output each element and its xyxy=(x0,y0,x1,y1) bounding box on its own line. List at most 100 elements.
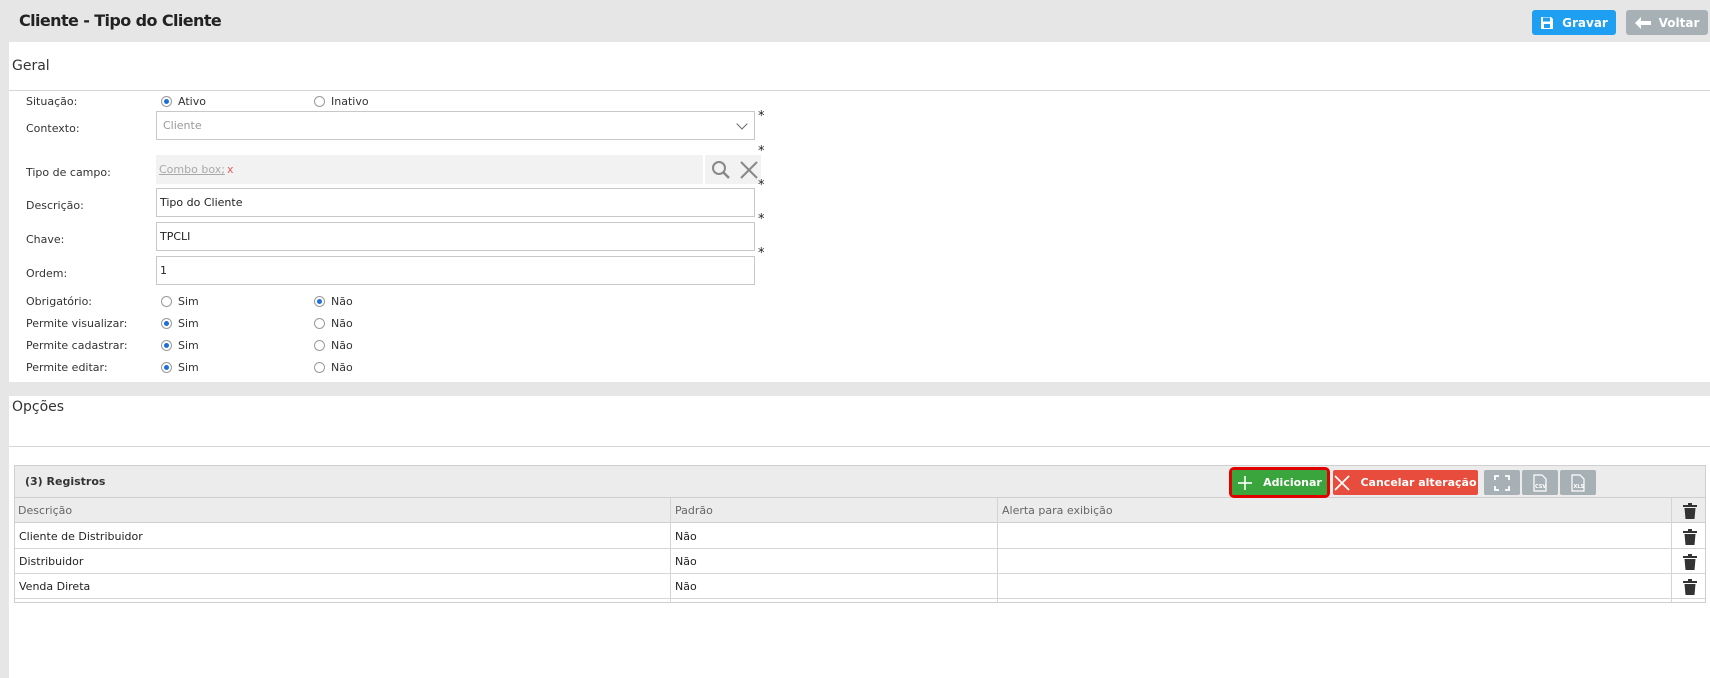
radio-label: Não xyxy=(331,339,353,352)
radio-label: Sim xyxy=(178,317,199,330)
radio-label: Não xyxy=(331,317,353,330)
search-button[interactable] xyxy=(705,155,737,184)
row-padrao: Não xyxy=(675,555,697,568)
situacao-inativo-radio[interactable]: Inativo xyxy=(314,95,369,108)
situacao-ativo-radio[interactable]: Ativo xyxy=(161,95,206,108)
svg-text:CSV: CSV xyxy=(1535,484,1546,490)
column-header-descricao[interactable]: Descrição xyxy=(18,504,72,517)
ordem-input[interactable]: 1 xyxy=(156,256,755,285)
cancel-changes-button[interactable]: Cancelar alteração xyxy=(1333,470,1478,495)
table-row[interactable]: Cliente de Distribuidor Não xyxy=(15,524,1705,549)
trash-icon[interactable] xyxy=(1683,503,1697,519)
tipo-campo-label: Tipo de campo: xyxy=(26,166,111,179)
chave-label: Chave: xyxy=(26,233,65,246)
tipo-campo-combo[interactable]: Combo box; x xyxy=(156,155,703,184)
permite-visualizar-label: Permite visualizar: xyxy=(26,317,128,330)
radio-dot xyxy=(314,296,325,307)
required-mark: * xyxy=(758,144,765,159)
contexto-value: Cliente xyxy=(163,119,202,132)
registros-grid: (3) Registros Adicionar Cancelar alteraç… xyxy=(14,465,1706,603)
save-button[interactable]: Gravar xyxy=(1532,10,1616,35)
ordem-value: 1 xyxy=(160,264,167,277)
chave-input[interactable]: TPCLI xyxy=(156,222,755,251)
radio-label: Inativo xyxy=(331,95,369,108)
column-header-padrao[interactable]: Padrão xyxy=(675,504,713,517)
contexto-label: Contexto: xyxy=(26,122,80,135)
radio-dot xyxy=(314,96,325,107)
plus-icon xyxy=(1238,475,1253,490)
grid-header-row: Descrição Padrão Alerta para exibição xyxy=(15,498,1705,523)
trash-icon[interactable] xyxy=(1683,529,1697,545)
csv-icon: CSV xyxy=(1533,473,1547,492)
situacao-label: Situação: xyxy=(26,95,78,108)
back-button-label: Voltar xyxy=(1658,15,1700,30)
permite-cadastrar-nao-radio[interactable]: Não xyxy=(314,339,353,352)
permite-cadastrar-sim-radio[interactable]: Sim xyxy=(161,339,199,352)
chave-value: TPCLI xyxy=(160,230,191,243)
section-divider xyxy=(9,446,1710,447)
permite-editar-nao-radio[interactable]: Não xyxy=(314,361,353,374)
trash-icon[interactable] xyxy=(1683,554,1697,570)
page-title: Cliente - Tipo do Cliente xyxy=(19,11,222,30)
trash-icon[interactable] xyxy=(1683,579,1697,595)
radio-dot xyxy=(314,362,325,373)
search-icon xyxy=(712,160,730,179)
export-csv-button[interactable]: CSV xyxy=(1522,470,1558,495)
fullscreen-icon xyxy=(1494,474,1510,491)
column-divider xyxy=(997,498,998,603)
row-padrao: Não xyxy=(675,530,697,543)
permite-visualizar-nao-radio[interactable]: Não xyxy=(314,317,353,330)
combo-clear-x[interactable]: x xyxy=(227,163,234,176)
radio-dot xyxy=(161,318,172,329)
descricao-input[interactable]: Tipo do Cliente xyxy=(156,188,755,217)
radio-dot xyxy=(314,318,325,329)
close-icon xyxy=(740,160,758,179)
row-padrao: Não xyxy=(675,580,697,593)
opcoes-section-title: Opções xyxy=(12,399,65,415)
fullscreen-button[interactable] xyxy=(1484,470,1520,495)
ordem-label: Ordem: xyxy=(26,267,68,280)
column-divider xyxy=(1671,498,1672,603)
permite-visualizar-sim-radio[interactable]: Sim xyxy=(161,317,199,330)
radio-dot xyxy=(161,296,172,307)
radio-dot xyxy=(161,96,172,107)
close-icon xyxy=(1334,474,1351,491)
radio-label: Sim xyxy=(178,361,199,374)
section-divider xyxy=(9,90,1710,91)
descricao-label: Descrição: xyxy=(26,199,84,212)
chevron-down-icon xyxy=(736,118,748,130)
obrigatorio-sim-radio[interactable]: Sim xyxy=(161,295,199,308)
radio-label: Sim xyxy=(178,295,199,308)
permite-editar-sim-radio[interactable]: Sim xyxy=(161,361,199,374)
required-mark: * xyxy=(758,109,765,124)
row-descricao: Venda Direta xyxy=(19,580,91,593)
table-row[interactable]: Distribuidor Não xyxy=(15,549,1705,574)
add-button-label: Adicionar xyxy=(1263,476,1322,489)
geral-section-title: Geral xyxy=(12,58,50,74)
geral-panel: Geral Situação: Ativo Inativo Contexto: … xyxy=(9,42,1710,382)
opcoes-panel: Opções (3) Registros Adicionar Cancelar … xyxy=(9,396,1710,678)
column-divider xyxy=(670,498,671,603)
obrigatorio-nao-radio[interactable]: Não xyxy=(314,295,353,308)
radio-dot xyxy=(161,340,172,351)
top-bar: Cliente - Tipo do Cliente Gravar Voltar xyxy=(0,0,1710,42)
floppy-disk-icon xyxy=(1541,16,1554,29)
combo-placeholder: Combo box; xyxy=(159,163,225,176)
radio-label: Não xyxy=(331,361,353,374)
add-button[interactable]: Adicionar xyxy=(1229,467,1330,498)
registros-count: (3) Registros xyxy=(25,475,106,488)
column-header-alerta[interactable]: Alerta para exibição xyxy=(1002,504,1113,517)
permite-cadastrar-label: Permite cadastrar: xyxy=(26,339,128,352)
svg-text:XLS: XLS xyxy=(1574,484,1585,490)
required-mark: * xyxy=(758,246,765,261)
table-row[interactable]: Venda Direta Não xyxy=(15,574,1705,599)
permite-editar-label: Permite editar: xyxy=(26,361,108,374)
radio-label: Ativo xyxy=(178,95,206,108)
required-mark: * xyxy=(758,178,765,193)
arrow-left-icon xyxy=(1634,16,1651,29)
contexto-select[interactable]: Cliente xyxy=(156,111,755,140)
export-xls-button[interactable]: XLS xyxy=(1560,470,1596,495)
back-button[interactable]: Voltar xyxy=(1626,10,1708,35)
row-descricao: Cliente de Distribuidor xyxy=(19,530,143,543)
save-button-label: Gravar xyxy=(1562,15,1608,30)
